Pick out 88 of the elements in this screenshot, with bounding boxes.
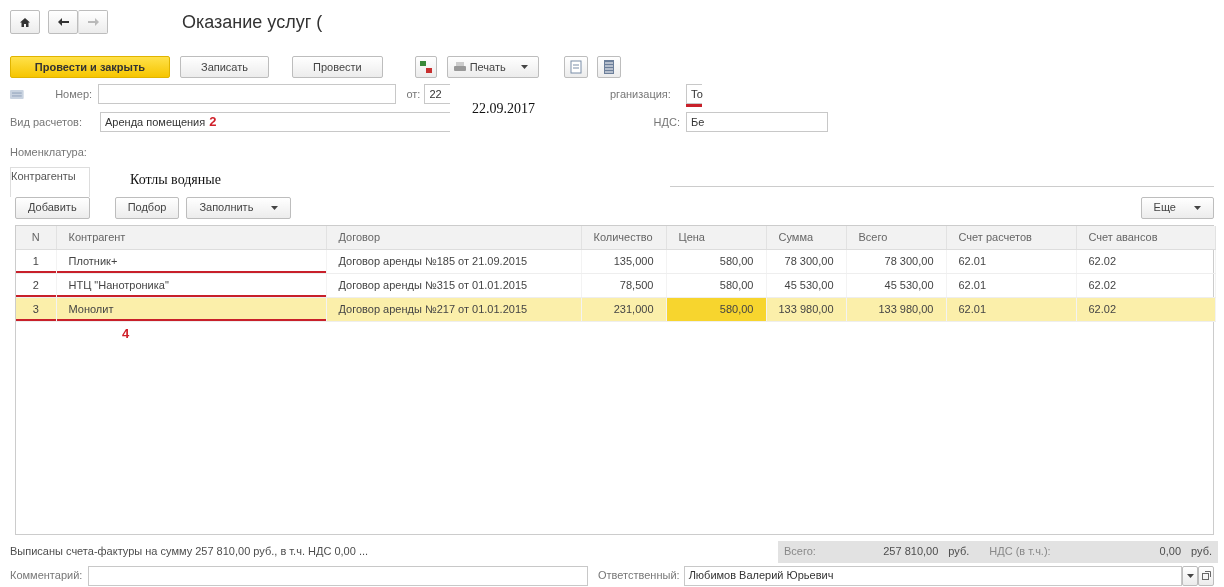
caret-icon: [520, 65, 528, 69]
total-value: 257 810,00: [882, 544, 939, 560]
open-icon: [1201, 571, 1211, 580]
table-cell: 78 300,00: [846, 249, 946, 274]
home-icon: [19, 17, 31, 27]
currency-label: руб.: [1191, 544, 1212, 560]
table-cell: 62.01: [946, 273, 1076, 298]
field-label: Номенклатура:: [10, 145, 87, 160]
column-header[interactable]: Контрагент: [56, 225, 326, 250]
postings-button[interactable]: [414, 56, 437, 78]
number-field[interactable]: [98, 84, 397, 104]
comment-field[interactable]: [88, 565, 588, 586]
annotation-number: 4: [122, 325, 130, 343]
vat-label: НДС (в т.ч.):: [989, 544, 1052, 560]
total-label: Всего:: [784, 544, 817, 560]
field-label: Ответственный:: [598, 568, 680, 584]
caret-icon: [1186, 573, 1194, 578]
caret-icon: [1194, 205, 1201, 210]
field-label: Вид расчетов:: [10, 114, 83, 130]
vat-field[interactable]: Бе: [686, 112, 828, 132]
table-cell: 45 530,00: [846, 273, 946, 298]
keyboard-icon: [10, 89, 24, 99]
table-cell: 580,00: [666, 297, 766, 322]
invoice-note: Выписаны счета-фактуры на сумму 257 810,00 руб., в т.ч. НДС 0,00 ...: [10, 544, 369, 560]
table-cell: 3: [16, 297, 56, 322]
annotation-number: 2: [209, 113, 217, 132]
arrow-icon: [87, 17, 99, 27]
field-label: Комментарий:: [10, 568, 83, 584]
table-cell: 62.01: [946, 297, 1076, 322]
table-cell: 45 530,00: [766, 273, 846, 298]
table-cell: Плотник+: [56, 249, 326, 274]
print-button[interactable]: Печать: [446, 56, 539, 78]
column-header[interactable]: Сумма: [766, 225, 846, 250]
toolbar-button[interactable]: Провести: [292, 56, 383, 78]
table-cell: Монолит: [56, 297, 326, 322]
column-header[interactable]: Договор: [326, 225, 581, 250]
column-header[interactable]: Цена: [666, 225, 766, 250]
back-button[interactable]: [48, 10, 78, 34]
list-icon: [603, 60, 614, 74]
field-label: рганизация:: [610, 86, 672, 102]
field-value: Аренда помещения: [105, 114, 206, 130]
table-cell: 135,000: [581, 249, 666, 274]
caret-icon: [271, 205, 279, 210]
column-header[interactable]: Всего: [846, 225, 946, 250]
organization-field[interactable]: То: [686, 84, 702, 104]
document-icon: [569, 60, 582, 74]
settlement-field[interactable]: Аренда помещения 2: [100, 112, 450, 132]
toolbar-button[interactable]: Заполнить: [186, 196, 292, 219]
window-title: Оказание услуг (: [182, 10, 323, 34]
vat-value: 0,00: [1158, 544, 1181, 560]
table-cell: 2: [16, 273, 56, 298]
table-cell: 1: [16, 249, 56, 274]
responsible-field[interactable]: Любимов Валерий Юрьевич: [683, 565, 1183, 586]
table-cell: 78,500: [581, 273, 666, 298]
table-cell: Договор аренды №315 от 01.01.2015: [326, 273, 581, 298]
table-cell: 62.02: [1076, 297, 1215, 322]
column-header[interactable]: Счет расчетов: [946, 225, 1076, 250]
open-button[interactable]: [1198, 565, 1214, 586]
field-label: НДС:: [652, 114, 681, 130]
field-label: Номер:: [54, 86, 94, 102]
table-cell: 62.02: [1076, 273, 1215, 298]
field-label: от:: [406, 86, 421, 102]
list-button[interactable]: [596, 56, 621, 78]
dropdown-button[interactable]: [1182, 565, 1199, 586]
more-button[interactable]: Еще: [1140, 196, 1214, 219]
toolbar-button[interactable]: Подбор: [114, 196, 180, 219]
table-cell: 133 980,00: [846, 297, 946, 322]
table-cell: Договор аренды №185 от 21.09.2015: [326, 249, 581, 274]
table-cell: 580,00: [666, 249, 766, 274]
table-cell: 78 300,00: [766, 249, 846, 274]
table-cell: НТЦ "Нанотроника": [56, 273, 326, 298]
toolbar-button[interactable]: Добавить: [15, 196, 90, 219]
home-button[interactable]: [10, 10, 40, 34]
column-header[interactable]: N: [16, 225, 56, 250]
table-cell: 62.01: [946, 249, 1076, 274]
post-and-close-button[interactable]: Провести и закрыть: [10, 56, 170, 78]
table-cell: 580,00: [666, 273, 766, 298]
ledger-icon: [418, 60, 433, 74]
table-cell: Договор аренды №217 от 01.01.2015: [326, 297, 581, 322]
table-cell: 62.02: [1076, 249, 1215, 274]
currency-label: руб.: [948, 544, 970, 560]
column-header[interactable]: Счет авансов: [1076, 225, 1215, 250]
column-header[interactable]: Количество: [581, 225, 666, 250]
tab[interactable]: Контрагенты: [10, 166, 90, 197]
date-field[interactable]: 22: [424, 84, 450, 104]
toolbar-button[interactable]: Записать: [180, 56, 269, 78]
printer-icon: [453, 62, 466, 72]
arrow-icon: [57, 17, 69, 27]
